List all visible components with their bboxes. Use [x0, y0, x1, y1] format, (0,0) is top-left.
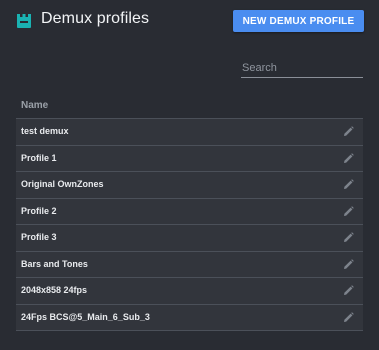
pencil-icon[interactable]	[343, 311, 354, 323]
pencil-icon[interactable]	[343, 152, 354, 164]
demux-icon	[16, 13, 32, 29]
name-column-header[interactable]: Name	[16, 94, 363, 119]
profile-name: 24Fps BCS@5_Main_6_Sub_3	[21, 311, 150, 322]
demux-profiles-page: Demux profiles NEW DEMUX PROFILE Name te…	[0, 0, 379, 350]
pencil-icon[interactable]	[343, 285, 354, 296]
pencil-icon[interactable]	[343, 232, 354, 243]
page-header: Demux profiles NEW DEMUX PROFILE	[0, 0, 379, 42]
pencil-icon[interactable]	[343, 205, 354, 217]
pencil-icon[interactable]	[343, 179, 354, 190]
profile-name: Profile 1	[21, 152, 57, 163]
profiles-table: Name test demux Profile 1 Original OwnZo…	[16, 94, 363, 331]
pencil-icon[interactable]	[343, 258, 354, 270]
page-title: Demux profiles	[41, 10, 150, 27]
table-row[interactable]: Original OwnZones	[16, 172, 363, 199]
table-row[interactable]: Profile 3	[16, 225, 363, 252]
table-body: test demux Profile 1 Original OwnZones P…	[16, 119, 363, 331]
table-row[interactable]: test demux	[16, 119, 363, 146]
pencil-icon[interactable]	[343, 126, 354, 137]
profile-name: Bars and Tones	[21, 258, 88, 269]
search-input[interactable]	[241, 59, 363, 77]
profile-name: Profile 3	[21, 232, 57, 242]
profile-name: 2048x858 24fps	[21, 285, 88, 295]
table-row[interactable]: 24Fps BCS@5_Main_6_Sub_3	[16, 304, 363, 331]
profile-name: test demux	[21, 126, 69, 136]
table-row[interactable]: 2048x858 24fps	[16, 278, 363, 305]
profile-name: Original OwnZones	[21, 179, 104, 189]
table-row[interactable]: Bars and Tones	[16, 251, 363, 278]
new-demux-profile-button[interactable]: NEW DEMUX PROFILE	[233, 10, 364, 32]
table-row[interactable]: Profile 2	[16, 198, 363, 225]
search-field	[241, 58, 363, 78]
profile-name: Profile 2	[21, 205, 57, 216]
table-row[interactable]: Profile 1	[16, 145, 363, 172]
